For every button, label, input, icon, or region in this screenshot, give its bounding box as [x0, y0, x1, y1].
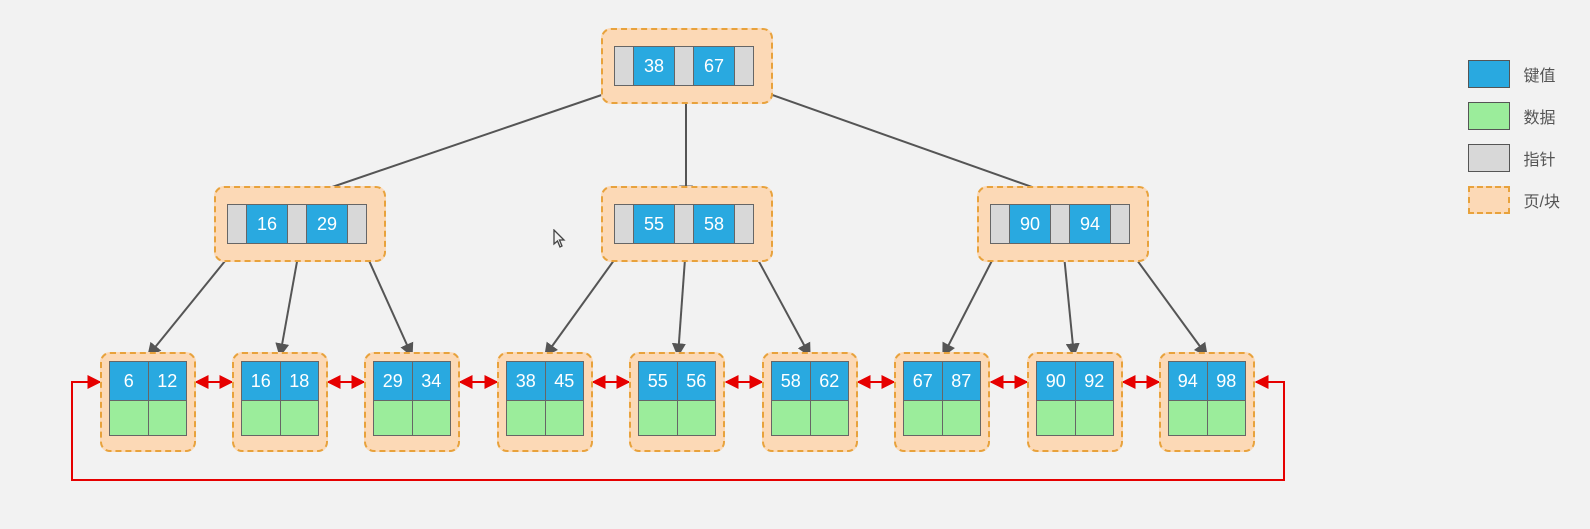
- data-cell: [241, 400, 281, 436]
- legend-row-data: 数据: [1468, 102, 1560, 130]
- legend-swatch-data: [1468, 102, 1510, 130]
- data-cell: [280, 400, 320, 436]
- key-cell: 55: [633, 204, 675, 244]
- pointer-cell: [674, 204, 694, 244]
- cursor-icon: [553, 229, 567, 249]
- data-cell: [412, 400, 452, 436]
- leaf-node: 5556: [638, 361, 716, 436]
- pointer-cell: [734, 204, 754, 244]
- legend-swatch-page: [1468, 186, 1510, 214]
- internal-node: 90 94: [990, 204, 1130, 244]
- pointer-cell: [674, 46, 694, 86]
- key-cell: 34: [412, 361, 452, 401]
- legend-label: 键值: [1524, 62, 1556, 86]
- key-cell: 58: [693, 204, 735, 244]
- key-cell: 58: [771, 361, 811, 401]
- pointer-cell: [990, 204, 1010, 244]
- key-cell: 45: [545, 361, 585, 401]
- data-cell: [942, 400, 982, 436]
- legend-label: 页/块: [1524, 188, 1560, 212]
- key-cell: 67: [903, 361, 943, 401]
- legend-swatch-pointer: [1468, 144, 1510, 172]
- data-cell: [771, 400, 811, 436]
- data-cell: [810, 400, 850, 436]
- data-cell: [545, 400, 585, 436]
- leaf-node: 9498: [1168, 361, 1246, 436]
- data-cell: [903, 400, 943, 436]
- pointer-cell: [287, 204, 307, 244]
- data-cell: [148, 400, 188, 436]
- legend-swatch-key: [1468, 60, 1510, 88]
- key-cell: 94: [1069, 204, 1111, 244]
- key-cell: 56: [677, 361, 717, 401]
- data-cell: [1036, 400, 1076, 436]
- key-cell: 98: [1207, 361, 1247, 401]
- data-cell: [638, 400, 678, 436]
- key-cell: 12: [148, 361, 188, 401]
- key-cell: 38: [633, 46, 675, 86]
- key-cell: 29: [306, 204, 348, 244]
- key-cell: 29: [373, 361, 413, 401]
- key-cell: 16: [246, 204, 288, 244]
- legend-row-page: 页/块: [1468, 186, 1560, 214]
- key-cell: 94: [1168, 361, 1208, 401]
- root-node: 38 67: [614, 46, 754, 86]
- pointer-cell: [1050, 204, 1070, 244]
- leaf-node: 612: [109, 361, 187, 436]
- legend: 键值 数据 指针 页/块: [1468, 60, 1560, 228]
- leaf-node: 6787: [903, 361, 981, 436]
- leaf-node: 2934: [373, 361, 451, 436]
- key-cell: 18: [280, 361, 320, 401]
- leaf-node: 5862: [771, 361, 849, 436]
- key-cell: 6: [109, 361, 149, 401]
- key-cell: 38: [506, 361, 546, 401]
- data-cell: [1075, 400, 1115, 436]
- leaf-node: 9092: [1036, 361, 1114, 436]
- pointer-cell: [227, 204, 247, 244]
- internal-node: 16 29: [227, 204, 367, 244]
- data-cell: [506, 400, 546, 436]
- key-cell: 92: [1075, 361, 1115, 401]
- pointer-cell: [614, 204, 634, 244]
- data-cell: [109, 400, 149, 436]
- legend-label: 数据: [1524, 104, 1556, 128]
- key-cell: 87: [942, 361, 982, 401]
- legend-row-pointer: 指针: [1468, 144, 1560, 172]
- key-cell: 55: [638, 361, 678, 401]
- key-cell: 90: [1036, 361, 1076, 401]
- pointer-cell: [734, 46, 754, 86]
- key-cell: 90: [1009, 204, 1051, 244]
- pointer-cell: [347, 204, 367, 244]
- data-cell: [373, 400, 413, 436]
- leaf-node: 1618: [241, 361, 319, 436]
- data-cell: [1168, 400, 1208, 436]
- legend-label: 指针: [1524, 146, 1556, 170]
- key-cell: 62: [810, 361, 850, 401]
- pointer-cell: [1110, 204, 1130, 244]
- key-cell: 67: [693, 46, 735, 86]
- diagram-stage: { "chart_data": { "type": "tree", "title…: [0, 0, 1590, 529]
- leaf-node: 3845: [506, 361, 584, 436]
- legend-row-key: 键值: [1468, 60, 1560, 88]
- pointer-cell: [614, 46, 634, 86]
- key-cell: 16: [241, 361, 281, 401]
- internal-node: 55 58: [614, 204, 754, 244]
- data-cell: [677, 400, 717, 436]
- data-cell: [1207, 400, 1247, 436]
